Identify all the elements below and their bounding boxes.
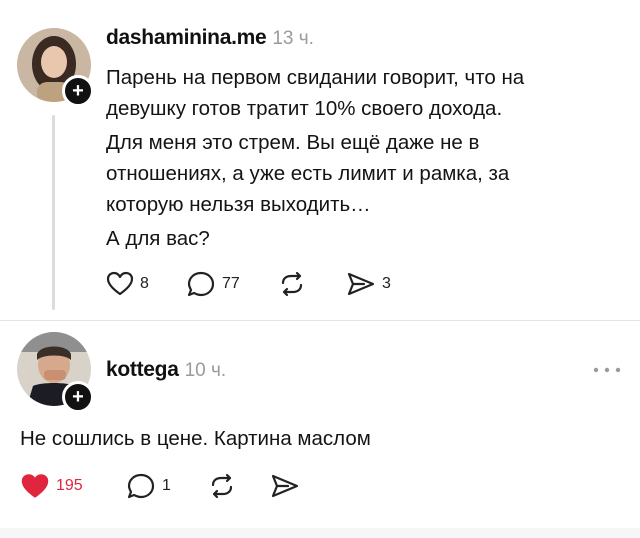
comment-icon: [186, 270, 216, 298]
post2-username[interactable]: kottega: [106, 358, 179, 381]
send-icon: [270, 473, 300, 499]
follow-plus-button-2[interactable]: +: [62, 381, 94, 413]
post2-share-button[interactable]: [270, 473, 300, 499]
follow-plus-button[interactable]: +: [62, 75, 94, 107]
more-horizontal-icon: [593, 367, 621, 373]
post1-actions: 8 77 3: [106, 270, 391, 298]
repost-icon: [208, 473, 236, 499]
thread-line: [52, 115, 55, 310]
post1-like-count: 8: [140, 275, 149, 292]
post2-actions: 195 1: [20, 472, 300, 500]
comment-icon: [126, 472, 156, 500]
post1-comment-count: 77: [222, 275, 240, 292]
post1-body: Парень на первом свидании говорит, что н…: [106, 62, 606, 254]
more-options-button[interactable]: [592, 362, 622, 380]
bottom-strip: [0, 528, 640, 538]
heart-icon: [106, 271, 134, 297]
repost-icon: [278, 271, 306, 297]
post1-share-button[interactable]: 3: [346, 271, 391, 297]
post2-time: 10 ч.: [184, 360, 227, 381]
post1-comment-button[interactable]: 77: [186, 270, 278, 298]
post2-comment-button[interactable]: 1: [126, 472, 208, 500]
send-icon: [346, 271, 376, 297]
post2-like-button[interactable]: 195: [20, 473, 126, 500]
post1-repost-button[interactable]: [278, 271, 346, 297]
post2-like-count: 195: [56, 477, 83, 494]
post1-paragraph-1: Парень на первом свидании говорит, что н…: [106, 66, 525, 120]
post2-comment-count: 1: [162, 477, 171, 494]
post1-share-count: 3: [382, 275, 391, 292]
post2-repost-button[interactable]: [208, 473, 270, 499]
post2-text: Не сошлись в цене. Картина маслом: [20, 427, 371, 450]
post-divider: [0, 320, 640, 321]
post1-username[interactable]: dashaminina.me: [106, 26, 267, 49]
post1-time: 13 ч.: [272, 28, 314, 49]
post2-header: kottega 10 ч.: [106, 358, 226, 382]
post1-header: dashaminina.me 13 ч.: [106, 26, 314, 50]
heart-filled-icon: [20, 473, 50, 500]
post1-like-button[interactable]: 8: [106, 271, 186, 297]
post1-paragraph-2: Для меня это стрем. Вы ещё даже не в отн…: [106, 131, 510, 216]
post1-paragraph-3: А для вас?: [106, 227, 210, 250]
